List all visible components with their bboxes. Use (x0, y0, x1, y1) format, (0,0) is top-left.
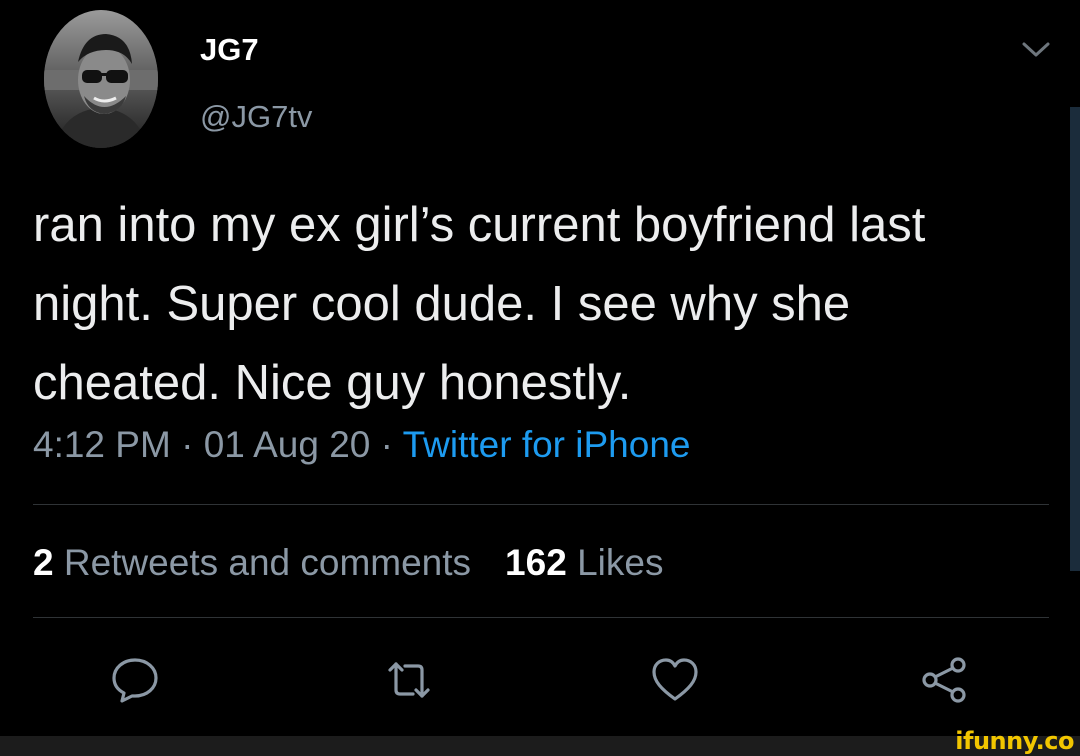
retweets-stat[interactable]: 2 Retweets and comments (33, 542, 471, 583)
retweet-button[interactable] (381, 652, 437, 708)
likes-count: 162 (505, 542, 567, 583)
share-button[interactable] (916, 652, 972, 708)
tweet-stats: 2 Retweets and comments 162 Likes (33, 539, 663, 587)
author-name[interactable]: JG7 (200, 30, 259, 70)
likes-label: Likes (577, 542, 664, 583)
retweet-icon (388, 662, 430, 698)
like-button[interactable] (647, 652, 703, 708)
meta-separator: · (170, 424, 204, 465)
speech-bubble-icon (112, 658, 158, 703)
divider (33, 617, 1049, 618)
tweet-time: 4:12 PM (33, 424, 171, 465)
divider (33, 504, 1049, 505)
tweet-source-link[interactable]: Twitter for iPhone (403, 424, 691, 465)
scrollbar[interactable] (1070, 107, 1080, 571)
bottom-bar (0, 736, 1080, 756)
chevron-down-icon[interactable] (1020, 38, 1052, 60)
watermark-logo: ifunny.co (955, 727, 1074, 755)
author-handle[interactable]: @JG7tv (200, 97, 312, 137)
retweets-label: Retweets and comments (63, 542, 472, 583)
meta-separator: · (370, 424, 403, 465)
heart-icon (652, 658, 698, 701)
likes-stat[interactable]: 162 Likes (505, 542, 663, 583)
retweets-count: 2 (33, 542, 54, 583)
share-icon (922, 657, 966, 703)
avatar-photo (44, 10, 158, 148)
tweet-meta: 4:12 PM · 01 Aug 20 · Twitter for iPhone (33, 421, 690, 469)
avatar[interactable] (44, 10, 158, 148)
tweet-text: ran into my ex girl’s current boyfriend … (33, 198, 926, 410)
reply-button[interactable] (107, 652, 163, 708)
tweet-date: 01 Aug 20 (203, 424, 371, 465)
